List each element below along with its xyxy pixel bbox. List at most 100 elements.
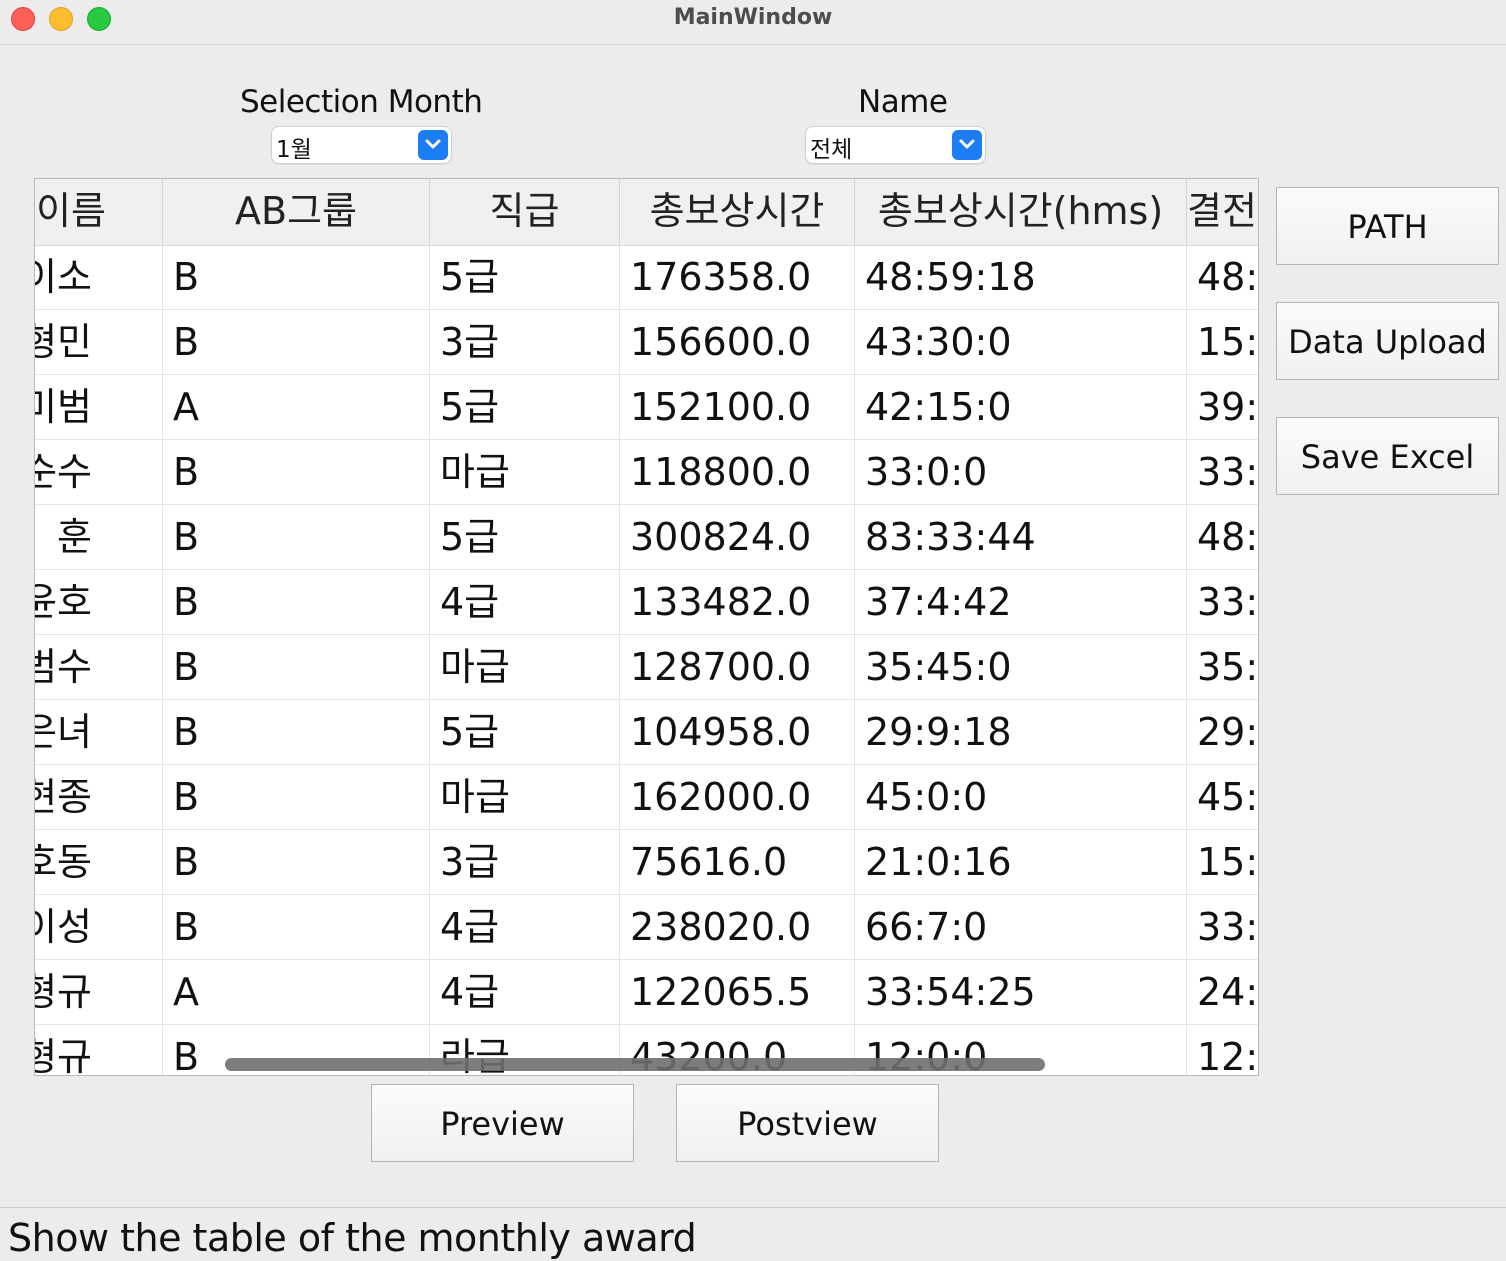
- table-cell[interactable]: 48:59:18: [855, 245, 1187, 309]
- table-cell[interactable]: B: [163, 635, 430, 699]
- table-row[interactable]: 현종B마급162000.045:0:045:: [35, 765, 1258, 830]
- table-cell[interactable]: 마급: [430, 765, 620, 829]
- table-row[interactable]: 훈 B 5급 300824.0 83:33:44 48:: [35, 505, 1258, 570]
- table-cell[interactable]: 형민: [35, 310, 163, 374]
- table-cell[interactable]: 24:0: [1187, 960, 1258, 1024]
- chevron-down-icon[interactable]: [418, 130, 448, 160]
- table-cell[interactable]: 범수: [35, 635, 163, 699]
- table-cell[interactable]: 128700.0: [620, 635, 855, 699]
- table-cell[interactable]: B: [163, 440, 430, 504]
- table-cell[interactable]: 5급: [430, 375, 620, 439]
- preview-button[interactable]: Preview: [371, 1084, 634, 1162]
- column-header[interactable]: AB그룹: [163, 179, 430, 245]
- table-cell[interactable]: 3급: [430, 830, 620, 894]
- table-cell[interactable]: 45:: [1187, 765, 1258, 829]
- table-cell[interactable]: 형규: [35, 1025, 163, 1075]
- table-row[interactable]: 형규A4급122065.533:54:2524:0: [35, 960, 1258, 1025]
- column-header[interactable]: 직급: [430, 179, 620, 245]
- table-cell[interactable]: 5급: [430, 245, 620, 309]
- table-cell[interactable]: 3급: [430, 310, 620, 374]
- table-cell[interactable]: 33:: [1187, 440, 1258, 504]
- table-cell[interactable]: 훈: [35, 505, 163, 569]
- table-cell[interactable]: B: [163, 310, 430, 374]
- table-cell[interactable]: 은녀: [35, 700, 163, 764]
- column-header[interactable]: 결전보: [1187, 179, 1258, 245]
- table-cell[interactable]: 현종: [35, 765, 163, 829]
- table-cell[interactable]: B: [163, 505, 430, 569]
- table-row[interactable]: 은녀B5급104958.029:9:1829:: [35, 700, 1258, 765]
- month-select[interactable]: 1월: [272, 127, 451, 163]
- postview-button[interactable]: Postview: [676, 1084, 939, 1162]
- table-cell[interactable]: 39:: [1187, 375, 1258, 439]
- table-cell[interactable]: 48:: [1187, 505, 1258, 569]
- award-table[interactable]: 이름AB그룹직급총보상시간총보상시간(hms)결전보 이소B5급176358.0…: [34, 178, 1259, 1076]
- table-row[interactable]: 이성B4급238020.066:7:033:: [35, 895, 1258, 960]
- table-cell[interactable]: 순수: [35, 440, 163, 504]
- table-cell[interactable]: 162000.0: [620, 765, 855, 829]
- table-cell[interactable]: 300824.0: [620, 505, 855, 569]
- table-cell[interactable]: 35:45:0: [855, 635, 1187, 699]
- name-select[interactable]: 전체: [806, 127, 985, 163]
- table-cell[interactable]: 33:0:0: [855, 440, 1187, 504]
- table-cell[interactable]: 83:33:44: [855, 505, 1187, 569]
- data-upload-button[interactable]: Data Upload: [1276, 302, 1499, 380]
- table-cell[interactable]: 5급: [430, 700, 620, 764]
- table-cell[interactable]: 5급: [430, 505, 620, 569]
- table-cell[interactable]: 이성: [35, 895, 163, 959]
- table-cell[interactable]: 29:9:18: [855, 700, 1187, 764]
- table-cell[interactable]: 152100.0: [620, 375, 855, 439]
- table-cell[interactable]: 4급: [430, 570, 620, 634]
- table-row[interactable]: 범수B마급128700.035:45:035:: [35, 635, 1258, 700]
- table-cell[interactable]: B: [163, 765, 430, 829]
- column-header[interactable]: 총보상시간(hms): [855, 179, 1187, 245]
- table-cell[interactable]: 122065.5: [620, 960, 855, 1024]
- table-cell[interactable]: 형규: [35, 960, 163, 1024]
- table-cell[interactable]: 33:: [1187, 895, 1258, 959]
- table-cell[interactable]: 4급: [430, 895, 620, 959]
- table-cell[interactable]: B: [163, 700, 430, 764]
- table-row[interactable]: 미범A5급152100.042:15:039:: [35, 375, 1258, 440]
- table-row[interactable]: 호동B3급75616.021:0:1615:0: [35, 830, 1258, 895]
- save-excel-button[interactable]: Save Excel: [1276, 417, 1499, 495]
- table-cell[interactable]: B: [163, 245, 430, 309]
- chevron-down-icon[interactable]: [952, 130, 982, 160]
- table-cell[interactable]: 33:54:25: [855, 960, 1187, 1024]
- column-header[interactable]: 총보상시간: [620, 179, 855, 245]
- table-row[interactable]: 형민B3급156600.043:30:015:0: [35, 310, 1258, 375]
- table-row[interactable]: 순수B마급118800.033:0:033:: [35, 440, 1258, 505]
- table-cell[interactable]: 75616.0: [620, 830, 855, 894]
- table-cell[interactable]: B: [163, 570, 430, 634]
- table-cell[interactable]: 윤호: [35, 570, 163, 634]
- table-row[interactable]: 윤호B4급133482.037:4:4233:: [35, 570, 1258, 635]
- table-cell[interactable]: A: [163, 960, 430, 1024]
- column-header[interactable]: 이름: [35, 179, 163, 245]
- table-cell[interactable]: 4급: [430, 960, 620, 1024]
- table-cell[interactable]: A: [163, 375, 430, 439]
- table-cell[interactable]: 156600.0: [620, 310, 855, 374]
- table-cell[interactable]: 이소: [35, 245, 163, 309]
- table-cell[interactable]: 45:0:0: [855, 765, 1187, 829]
- table-cell[interactable]: 37:4:42: [855, 570, 1187, 634]
- table-cell[interactable]: B: [163, 895, 430, 959]
- table-cell[interactable]: 21:0:16: [855, 830, 1187, 894]
- table-cell[interactable]: 12:0: [1187, 1025, 1258, 1075]
- table-cell[interactable]: 35:: [1187, 635, 1258, 699]
- table-cell[interactable]: 104958.0: [620, 700, 855, 764]
- table-cell[interactable]: B: [163, 830, 430, 894]
- table-cell[interactable]: 33:: [1187, 570, 1258, 634]
- table-cell[interactable]: 176358.0: [620, 245, 855, 309]
- table-cell[interactable]: 133482.0: [620, 570, 855, 634]
- table-cell[interactable]: 29:: [1187, 700, 1258, 764]
- table-cell[interactable]: 66:7:0: [855, 895, 1187, 959]
- table-cell[interactable]: 호동: [35, 830, 163, 894]
- table-cell[interactable]: 15:0: [1187, 310, 1258, 374]
- table-row[interactable]: 이소B5급176358.048:59:1848:: [35, 245, 1258, 310]
- path-button[interactable]: PATH: [1276, 187, 1499, 265]
- table-cell[interactable]: 118800.0: [620, 440, 855, 504]
- table-cell[interactable]: 마급: [430, 440, 620, 504]
- table-cell[interactable]: 43:30:0: [855, 310, 1187, 374]
- table-cell[interactable]: 15:0: [1187, 830, 1258, 894]
- table-cell[interactable]: 42:15:0: [855, 375, 1187, 439]
- table-cell[interactable]: 미범: [35, 375, 163, 439]
- table-cell[interactable]: 238020.0: [620, 895, 855, 959]
